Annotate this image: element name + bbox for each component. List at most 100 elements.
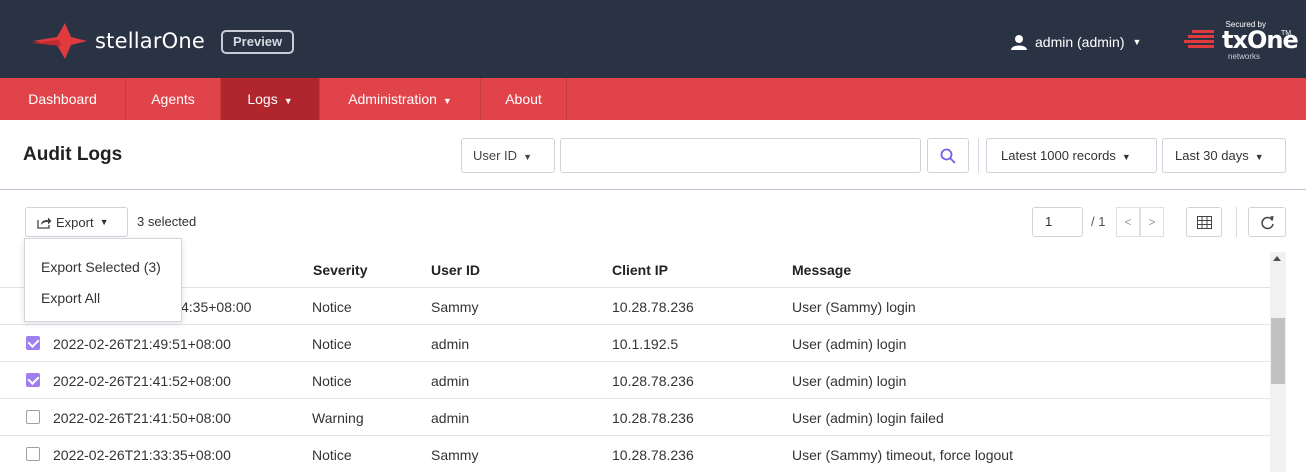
export-icon <box>37 217 52 229</box>
page-title: Audit Logs <box>23 144 123 165</box>
chevron-down-icon: ▼ <box>1254 152 1264 162</box>
nav-item-label: Logs <box>247 91 278 107</box>
user-icon <box>1011 34 1027 50</box>
field-select-value: User ID <box>473 148 518 163</box>
main-nav: Dashboard Agents Logs ▼ Administration ▼ A… <box>0 78 1306 120</box>
cell-severity: Notice <box>312 336 352 352</box>
prev-page-button[interactable]: < <box>1116 207 1140 237</box>
refresh-icon <box>1260 215 1274 229</box>
cell-date: 2022-02-26T21:33:35+08:00 <box>53 447 231 463</box>
page-number-input[interactable]: 1 <box>1032 207 1083 237</box>
page-total: / 1 <box>1091 214 1106 229</box>
column-settings-button[interactable] <box>1186 207 1222 237</box>
txone-logo: Secured by txOne TM networks <box>1170 20 1299 61</box>
export-label: Export <box>56 214 94 230</box>
user-name: admin (admin) <box>1035 34 1125 50</box>
cell-client-ip: 10.28.78.236 <box>612 373 694 389</box>
menu-item-export-all[interactable]: Export All <box>41 290 100 306</box>
nav-item-dashboard[interactable]: Dashboard <box>0 78 126 120</box>
table-row[interactable]: 2022-02-26T21:33:35+08:00 Notice Sammy 1… <box>0 436 1270 472</box>
section-divider <box>0 189 1306 190</box>
period-select-value: Last 30 days <box>1175 148 1249 163</box>
search-button[interactable] <box>927 138 969 173</box>
chevron-down-icon: ▼ <box>283 96 293 106</box>
cell-message: User (admin) login <box>792 336 907 352</box>
selected-count: 3 selected <box>137 214 197 229</box>
table-row[interactable]: 2022-02-26T21:41:52+08:00 Notice admin 1… <box>0 362 1270 399</box>
table-row[interactable]: 4:35+08:00 Notice Sammy 10.28.78.236 Use… <box>0 288 1270 325</box>
field-select[interactable]: User ID ▼ <box>461 138 555 173</box>
column-header-severity[interactable]: Severity <box>313 262 367 278</box>
column-header-client-ip[interactable]: Client IP <box>612 262 668 278</box>
column-header-message[interactable]: Message <box>792 262 851 278</box>
table-header: Severity User ID Client IP Message <box>0 252 1270 288</box>
refresh-button[interactable] <box>1248 207 1286 237</box>
row-checkbox[interactable] <box>26 410 40 424</box>
logo[interactable]: stellarOne <box>31 23 205 59</box>
divider <box>978 138 979 173</box>
cell-message: User (admin) login failed <box>792 410 944 426</box>
cell-user-id: admin <box>431 373 470 389</box>
cell-severity: Warning <box>312 410 364 426</box>
export-button[interactable]: Export ▼ <box>25 207 128 237</box>
user-menu[interactable]: admin (admin) ▼ <box>1011 31 1141 53</box>
cell-message: User (Sammy) login <box>792 299 916 315</box>
chevron-down-icon: ▼ <box>1132 37 1142 47</box>
nav-item-label: Dashboard <box>28 91 97 107</box>
cell-user-id: admin <box>431 336 470 352</box>
grid-icon <box>1196 215 1212 229</box>
cell-client-ip: 10.28.78.236 <box>612 447 694 463</box>
records-select[interactable]: Latest 1000 records ▼ <box>986 138 1157 173</box>
chevron-down-icon: ▼ <box>99 217 109 227</box>
row-checkbox[interactable] <box>26 447 40 461</box>
cell-date: 2022-02-26T21:41:50+08:00 <box>53 410 231 426</box>
scrollbar-thumb[interactable] <box>1271 318 1285 384</box>
nav-item-label: About <box>505 91 542 107</box>
nav-item-about[interactable]: About <box>481 78 567 120</box>
period-select[interactable]: Last 30 days ▼ <box>1162 138 1286 173</box>
records-select-value: Latest 1000 records <box>1001 148 1116 163</box>
nav-item-administration[interactable]: Administration ▼ <box>320 78 481 120</box>
table-row[interactable]: 2022-02-26T21:49:51+08:00 Notice admin 1… <box>0 325 1270 362</box>
scroll-up-arrow-icon[interactable] <box>1273 256 1281 261</box>
cell-client-ip: 10.1.192.5 <box>612 336 679 352</box>
cell-client-ip: 10.28.78.236 <box>612 410 694 426</box>
trademark-label: TM <box>1281 30 1292 37</box>
nav-item-agents[interactable]: Agents <box>126 78 221 120</box>
cell-date: 2022-02-26T21:41:52+08:00 <box>53 373 231 389</box>
cell-message: User (admin) login <box>792 373 907 389</box>
cell-user-id: Sammy <box>431 447 479 463</box>
txone-mark-icon <box>1184 30 1214 48</box>
search-icon <box>940 148 956 163</box>
menu-item-export-selected[interactable]: Export Selected (3) <box>41 259 161 275</box>
cell-date: 4:35+08:00 <box>181 299 252 315</box>
cell-user-id: Sammy <box>431 299 479 315</box>
cell-client-ip: 10.28.78.236 <box>612 299 694 315</box>
top-header: stellarOne Preview admin (admin) ▼ Secur… <box>0 0 1306 78</box>
cell-message: User (Sammy) timeout, force logout <box>792 447 1013 463</box>
row-checkbox[interactable] <box>26 336 40 350</box>
divider <box>1236 207 1237 237</box>
preview-badge: Preview <box>221 30 295 54</box>
nav-item-label: Administration <box>348 91 437 107</box>
txone-word-tx: tx <box>1222 26 1248 54</box>
cell-severity: Notice <box>312 299 352 315</box>
cell-severity: Notice <box>312 447 352 463</box>
nav-item-logs[interactable]: Logs ▼ <box>221 78 320 120</box>
cell-user-id: admin <box>431 410 470 426</box>
stellar-logo-icon <box>31 23 87 59</box>
audit-log-table: Severity User ID Client IP Message 4:35+… <box>0 252 1270 472</box>
cell-severity: Notice <box>312 373 352 389</box>
search-input[interactable] <box>560 138 921 173</box>
next-page-button[interactable]: > <box>1140 207 1164 237</box>
table-row[interactable]: 2022-02-26T21:41:50+08:00 Warning admin … <box>0 399 1270 436</box>
chevron-down-icon: ▼ <box>442 96 452 106</box>
export-dropdown-menu: Export Selected (3) Export All <box>24 238 182 322</box>
networks-label: networks <box>1228 52 1261 61</box>
cell-date: 2022-02-26T21:49:51+08:00 <box>53 336 231 352</box>
row-checkbox[interactable] <box>26 373 40 387</box>
brand-name: stellarOne <box>95 29 206 53</box>
nav-item-label: Agents <box>151 91 195 107</box>
chevron-down-icon: ▼ <box>523 152 532 162</box>
column-header-user-id[interactable]: User ID <box>431 262 480 278</box>
